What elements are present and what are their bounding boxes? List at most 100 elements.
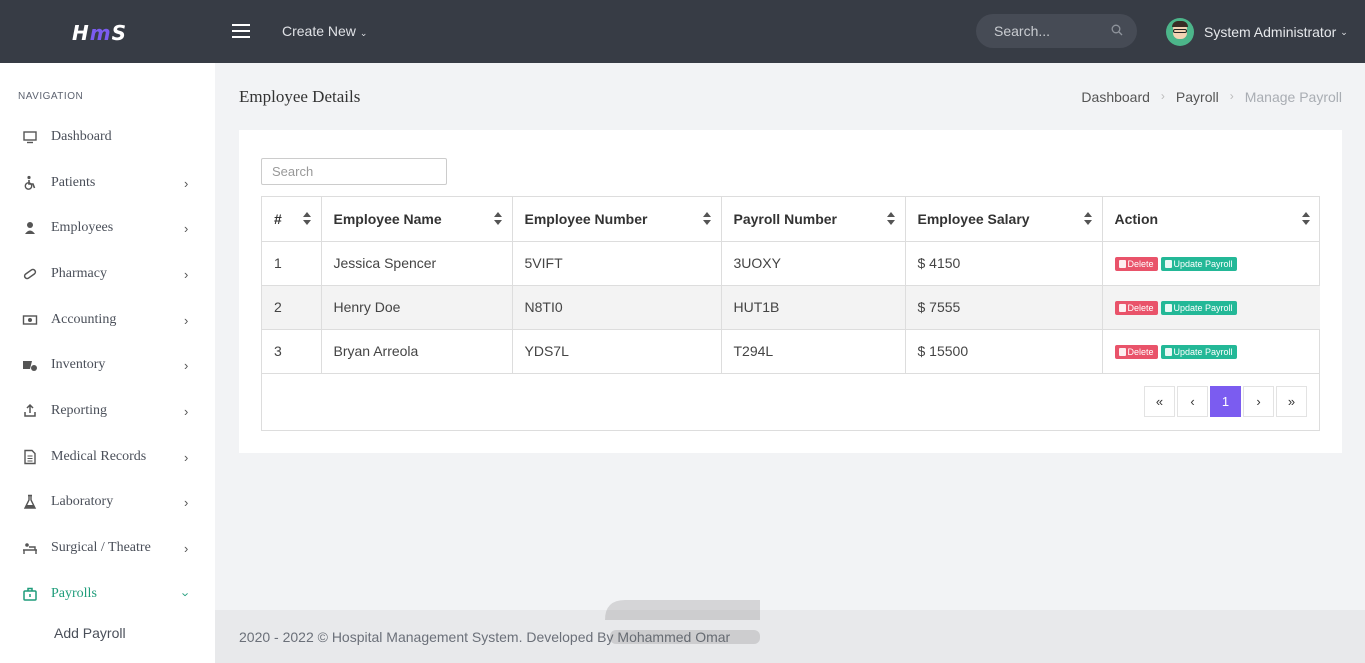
page-title: Employee Details (239, 87, 361, 106)
user-menu[interactable]: System Administrator ⌄ (1166, 18, 1348, 46)
chevron-right-icon: › (184, 175, 189, 191)
pagination-first[interactable]: « (1144, 386, 1175, 417)
pagination-next[interactable]: › (1243, 386, 1274, 417)
edit-icon (1164, 304, 1172, 313)
sidebar-item-patients[interactable]: Patients › (0, 168, 215, 198)
update-payroll-button[interactable]: Update Payroll (1160, 301, 1237, 316)
cell-number: 3 (262, 329, 322, 374)
column-header-number[interactable]: # (262, 197, 322, 242)
table-header-row: # Employee Name Employee Number Payroll … (262, 197, 1320, 242)
create-new-dropdown[interactable]: Create New ⌄ (282, 23, 367, 39)
trash-icon (1118, 260, 1126, 269)
sidebar-item-surgical-theatre[interactable]: Surgical / Theatre › (0, 533, 215, 563)
file-icon (24, 449, 36, 465)
edit-icon (1164, 348, 1172, 357)
chevron-down-icon: › (178, 591, 194, 597)
search-icon[interactable] (1111, 24, 1123, 36)
chevron-right-icon: › (1229, 89, 1234, 103)
pagination-page-current[interactable]: 1 (1210, 386, 1241, 417)
cell-action: Delete Update Payroll (1102, 329, 1320, 374)
trash-icon (1118, 304, 1126, 313)
breadcrumb-current: Manage Payroll (1244, 89, 1342, 105)
user-name: System Administrator (1204, 24, 1337, 40)
sort-icon (1083, 212, 1092, 225)
table-row: 1 Jessica Spencer 5VIFT 3UOXY $ 4150 Del… (262, 241, 1320, 286)
top-navbar: HmS Create New⌄ System Administrator ⌄ (0, 0, 1365, 63)
chevron-down-icon: ⌄ (359, 28, 368, 38)
chevron-right-icon: › (184, 266, 189, 282)
app-logo[interactable]: HmS (72, 21, 127, 45)
pill-icon (23, 268, 37, 280)
top-search-input[interactable] (994, 23, 1104, 39)
payroll-table: # Employee Name Employee Number Payroll … (261, 196, 1320, 431)
monitor-icon (23, 131, 37, 144)
cell-action: Delete Update Payroll (1102, 241, 1320, 286)
edit-icon (1164, 260, 1172, 269)
chevron-right-icon: › (184, 357, 189, 373)
truck-icon (23, 361, 37, 371)
cell-employee-salary: $ 7555 (905, 285, 1103, 330)
update-payroll-button[interactable]: Update Payroll (1160, 345, 1237, 360)
bed-icon (23, 543, 37, 554)
sidebar-item-dashboard[interactable]: Dashboard (0, 122, 215, 152)
pagination: « ‹ 1 › » (1142, 386, 1307, 417)
top-search (976, 14, 1137, 48)
sidebar-item-payrolls[interactable]: Payrolls › (0, 579, 215, 609)
table-search-input[interactable] (261, 158, 447, 185)
column-header-payroll-number[interactable]: Payroll Number (721, 197, 906, 242)
sidebar-item-inventory[interactable]: Inventory › (0, 350, 215, 380)
cell-employee-salary: $ 15500 (905, 329, 1103, 374)
sort-icon (702, 212, 711, 225)
table-row: 2 Henry Doe N8TI0 HUT1B $ 7555 Delete Upd… (262, 285, 1320, 330)
watermark-logo (605, 600, 760, 644)
avatar (1166, 18, 1194, 46)
column-header-employee-number[interactable]: Employee Number (512, 197, 722, 242)
delete-button[interactable]: Delete (1114, 301, 1158, 316)
breadcrumb: Dashboard › Payroll › Manage Payroll (1081, 89, 1342, 105)
breadcrumb-payroll[interactable]: Payroll (1176, 89, 1219, 105)
column-header-employee-name[interactable]: Employee Name (321, 197, 513, 242)
cell-employee-number: 5VIFT (512, 241, 722, 286)
cell-number: 1 (262, 241, 322, 286)
menu-toggle-icon[interactable] (232, 24, 250, 38)
chevron-right-icon: › (184, 220, 189, 236)
cell-employee-number: YDS7L (512, 329, 722, 374)
flask-icon (23, 494, 37, 509)
column-header-action[interactable]: Action (1102, 197, 1320, 242)
pagination-last[interactable]: » (1276, 386, 1307, 417)
cell-action: Delete Update Payroll (1102, 285, 1320, 330)
delete-button[interactable]: Delete (1114, 257, 1158, 272)
nav-title: NAVIGATION (18, 91, 84, 102)
update-payroll-button[interactable]: Update Payroll (1160, 257, 1237, 272)
table-row: 3 Bryan Arreola YDS7L T294L $ 15500 Dele… (262, 329, 1320, 374)
sidebar-item-laboratory[interactable]: Laboratory › (0, 487, 215, 517)
sidebar-subitem-add-payroll[interactable]: Add Payroll (54, 625, 126, 641)
column-header-employee-salary[interactable]: Employee Salary (905, 197, 1103, 242)
sort-icon (886, 212, 895, 225)
cell-payroll-number: T294L (721, 329, 906, 374)
cell-employee-name: Henry Doe (321, 285, 513, 330)
chevron-right-icon: › (184, 494, 189, 510)
upload-icon (24, 403, 36, 417)
sidebar-item-reporting[interactable]: Reporting › (0, 396, 215, 426)
chevron-right-icon: › (184, 403, 189, 419)
cell-employee-name: Bryan Arreola (321, 329, 513, 374)
sidebar: NAVIGATION Dashboard Patients › Employee… (0, 63, 215, 663)
cell-employee-salary: $ 4150 (905, 241, 1103, 286)
sidebar-item-medical-records[interactable]: Medical Records › (0, 442, 215, 472)
chevron-right-icon: › (184, 312, 189, 328)
chevron-down-icon: ⌄ (1340, 26, 1348, 37)
chevron-right-icon: › (184, 449, 189, 465)
cell-employee-name: Jessica Spencer (321, 241, 513, 286)
breadcrumb-dashboard[interactable]: Dashboard (1081, 89, 1150, 105)
sort-icon (302, 212, 311, 225)
sidebar-item-accounting[interactable]: Accounting › (0, 305, 215, 335)
sidebar-item-pharmacy[interactable]: Pharmacy › (0, 259, 215, 289)
sidebar-item-employees[interactable]: Employees › (0, 213, 215, 243)
delete-button[interactable]: Delete (1114, 345, 1158, 360)
cell-payroll-number: HUT1B (721, 285, 906, 330)
cell-payroll-number: 3UOXY (721, 241, 906, 286)
sort-icon (493, 212, 502, 225)
pagination-prev[interactable]: ‹ (1177, 386, 1208, 417)
cell-number: 2 (262, 285, 322, 330)
